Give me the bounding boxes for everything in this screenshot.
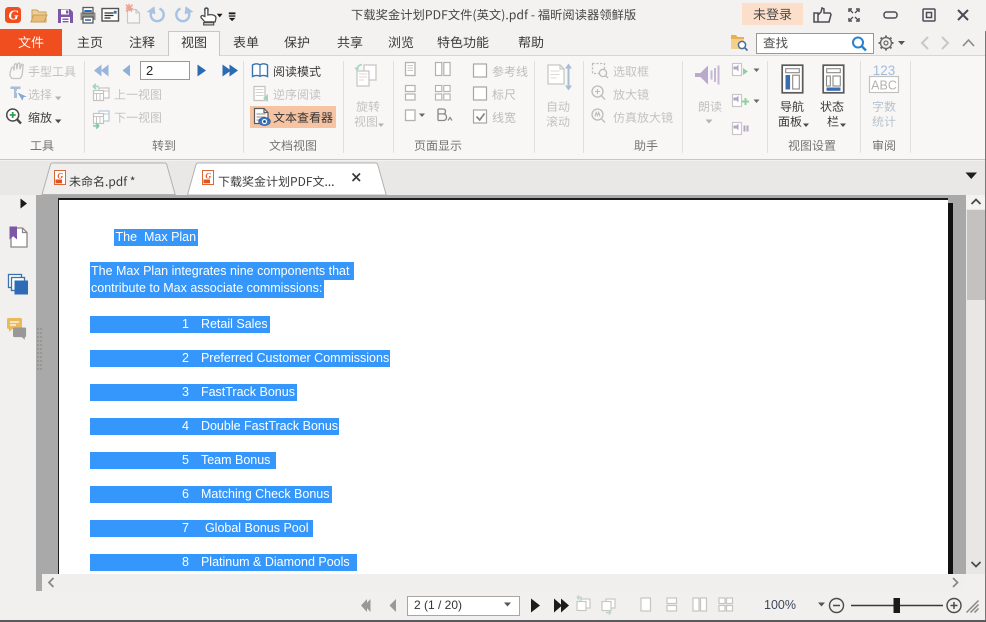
svg-text:ABC: ABC bbox=[871, 79, 897, 93]
svg-text:G: G bbox=[8, 9, 18, 24]
svg-text:123: 123 bbox=[873, 63, 896, 78]
svg-text:G: G bbox=[205, 172, 211, 181]
svg-text:G: G bbox=[57, 172, 63, 181]
